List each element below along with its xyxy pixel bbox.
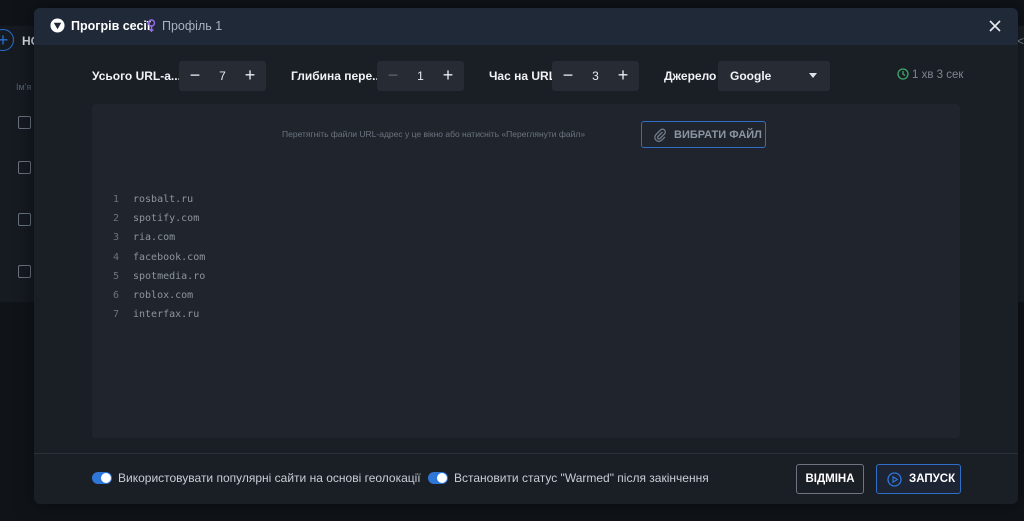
total-urls-value[interactable]: 7: [207, 61, 238, 91]
background-checkbox: [18, 116, 31, 129]
decrement-button[interactable]: −: [379, 61, 407, 91]
line-number: 3: [113, 232, 120, 244]
dialog-header: Прогрів сесії Профіль 1: [34, 8, 1018, 45]
app-logo-icon: [50, 18, 65, 33]
background-checkbox: [18, 161, 31, 174]
depth-stepper[interactable]: − 1 +: [377, 61, 464, 91]
run-button[interactable]: ЗАПУСК: [876, 464, 961, 494]
increment-button[interactable]: +: [236, 61, 264, 91]
url-text[interactable]: rosbalt.ru: [133, 194, 193, 205]
background-checkbox: [18, 213, 31, 226]
source-value[interactable]: Google: [730, 61, 771, 91]
estimated-time: 1 хв 3 сек: [897, 68, 964, 81]
url-text[interactable]: spotify.com: [133, 213, 199, 224]
drop-hint: Перетягніть файли URL-адрес у це вікно а…: [282, 129, 586, 139]
url-line[interactable]: 7 interfax.ru: [113, 305, 205, 324]
line-number: 4: [113, 251, 120, 263]
url-line[interactable]: 3 ria.com: [113, 228, 205, 247]
url-line[interactable]: 4 facebook.com: [113, 248, 205, 267]
background-right-panel: [1018, 26, 1024, 302]
decrement-button[interactable]: −: [554, 61, 582, 91]
url-line[interactable]: 2 spotify.com: [113, 209, 205, 228]
play-icon: [887, 472, 902, 487]
url-line[interactable]: 6 roblox.com: [113, 286, 205, 305]
background-checkbox: [18, 265, 31, 278]
url-text[interactable]: spotmedia.ro: [133, 271, 205, 282]
depth-value[interactable]: 1: [405, 61, 436, 91]
line-number: 7: [113, 309, 120, 321]
url-text[interactable]: roblox.com: [133, 290, 193, 301]
cancel-button[interactable]: ВІДМІНА: [796, 464, 864, 494]
total-urls-label: Усього URL-а...: [92, 69, 181, 83]
run-label[interactable]: ЗАПУСК: [909, 465, 955, 493]
line-number: 2: [113, 213, 120, 225]
profile-icon: [147, 19, 156, 32]
warmed-status-toggle[interactable]: [428, 472, 448, 484]
close-icon[interactable]: [986, 17, 1004, 35]
caret-down-icon[interactable]: [809, 73, 817, 78]
geo-popular-sites-label: Використовувати популярні сайти на основ…: [118, 471, 421, 485]
depth-label: Глибина пере...: [291, 69, 383, 83]
line-number: 6: [113, 289, 120, 301]
dialog-title: Прогрів сесії: [71, 19, 151, 33]
url-list[interactable]: 1 rosbalt.ru 2 spotify.com 3 ria.com 4 facebook…: [113, 190, 205, 324]
url-line[interactable]: 5 spotmedia.ro: [113, 267, 205, 286]
line-number: 5: [113, 270, 120, 282]
url-text[interactable]: interfax.ru: [133, 309, 199, 320]
warmed-status-label: Встановити статус "Warmed" після закінче…: [454, 471, 709, 485]
geo-popular-sites-toggle[interactable]: [92, 472, 112, 484]
url-text[interactable]: facebook.com: [133, 252, 205, 263]
time-per-url-stepper[interactable]: − 3 +: [552, 61, 639, 91]
url-line[interactable]: 1 rosbalt.ru: [113, 190, 205, 209]
session-warmup-dialog: Прогрів сесії Профіль 1 Усього URL-а... …: [34, 8, 1018, 504]
footer-divider: [34, 453, 1018, 454]
estimated-time-value: 1 хв 3 сек: [912, 69, 964, 81]
clock-icon: [897, 68, 909, 80]
line-number: 1: [113, 194, 120, 205]
source-label: Джерело: [664, 69, 717, 83]
time-per-url-label: Час на URL: [489, 69, 557, 83]
background-right-label: <: [1016, 34, 1024, 48]
choose-file-label[interactable]: ВИБРАТИ ФАЙЛ: [674, 129, 762, 141]
increment-button[interactable]: +: [609, 61, 637, 91]
choose-file-button[interactable]: ВИБРАТИ ФАЙЛ: [641, 121, 766, 148]
url-text[interactable]: ria.com: [133, 232, 175, 243]
url-editor[interactable]: Перетягніть файли URL-адрес у це вікно а…: [92, 104, 960, 438]
profile-name: Профіль 1: [162, 19, 223, 33]
total-urls-stepper[interactable]: − 7 +: [179, 61, 266, 91]
paperclip-icon: [654, 128, 666, 142]
background-column-header: Ім'я: [16, 82, 32, 92]
decrement-button[interactable]: −: [181, 61, 209, 91]
increment-button[interactable]: +: [434, 61, 462, 91]
source-select[interactable]: Google: [718, 61, 830, 91]
time-per-url-value[interactable]: 3: [580, 61, 611, 91]
